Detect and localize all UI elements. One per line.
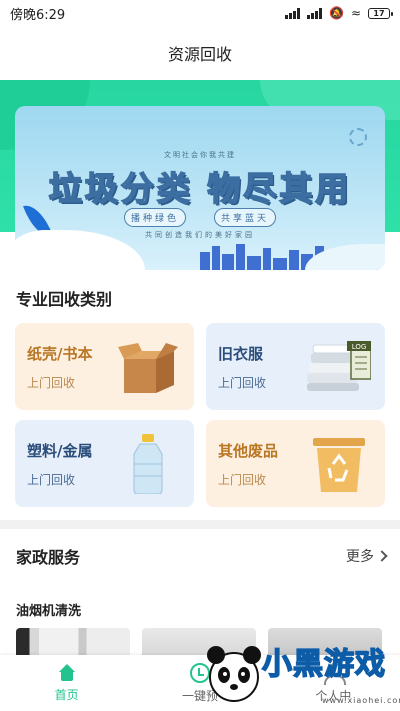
signal-icon-2 bbox=[306, 7, 322, 19]
wifi-icon: ≈ bbox=[350, 6, 361, 20]
category-card-clothes[interactable]: 旧衣服 上门回收 LOG bbox=[206, 323, 385, 410]
banner[interactable]: 文明社会你我共建 垃圾分类 物尽其用 播种绿色 共享蓝天 共同创造我们的美好家园 bbox=[15, 106, 385, 270]
home-icon bbox=[57, 663, 77, 682]
section-divider bbox=[0, 520, 400, 529]
tab-home[interactable]: 首页 bbox=[0, 655, 133, 711]
more-label: 更多 bbox=[346, 549, 374, 565]
recycle-bin-icon bbox=[313, 438, 365, 492]
category-grid: 纸壳/书本 上门回收 旧衣服 上门回收 LOG 塑料/金属 上门回收 其他废品 … bbox=[15, 323, 385, 507]
cardboard-box-icon bbox=[118, 343, 178, 393]
category-card-other[interactable]: 其他废品 上门回收 bbox=[206, 420, 385, 507]
banner-pill-right: 共享蓝天 bbox=[214, 208, 277, 227]
page-title: 资源回收 bbox=[167, 45, 232, 64]
category-section-title: 专业回收类别 bbox=[16, 290, 113, 309]
panda-logo-icon bbox=[207, 646, 261, 702]
mute-icon: 🔕 bbox=[328, 6, 344, 20]
home-service-title: 家政服务 bbox=[16, 548, 81, 567]
chevron-right-icon bbox=[376, 550, 388, 562]
status-bar: 傍晚6:29 🔕 ≈ 17 bbox=[0, 0, 400, 26]
battery-level: 17 bbox=[373, 8, 385, 18]
banner-pill-left: 播种绿色 bbox=[123, 208, 186, 227]
service-name: 油烟机清洗 bbox=[16, 604, 82, 619]
status-icons: 🔕 ≈ 17 bbox=[284, 6, 393, 20]
signal-icon bbox=[284, 7, 300, 19]
banner-slogan-top: 文明社会你我共建 bbox=[164, 151, 236, 159]
tab-label: 首页 bbox=[54, 687, 79, 702]
watermark-url: www.xiaohei.com bbox=[322, 696, 400, 705]
home-service-header: 家政服务 更多 bbox=[16, 544, 388, 568]
decor-ring bbox=[349, 128, 367, 146]
category-card-plastic[interactable]: 塑料/金属 上门回收 bbox=[15, 420, 194, 507]
watermark-text: 小黑游戏 bbox=[261, 646, 386, 683]
svg-text:LOG: LOG bbox=[352, 343, 367, 351]
plastic-bottle-icon bbox=[133, 434, 163, 494]
site-watermark: 小黑游戏 www.xiaohei.com bbox=[204, 637, 400, 705]
category-card-paper[interactable]: 纸壳/书本 上门回收 bbox=[15, 323, 194, 410]
folded-clothes-icon: LOG bbox=[307, 341, 371, 391]
banner-headline: 垃圾分类 物尽其用 bbox=[48, 168, 352, 209]
banner-pills: 播种绿色 共享蓝天 bbox=[15, 208, 385, 227]
status-time: 傍晚6:29 bbox=[10, 7, 66, 23]
nav-bar: 资源回收 bbox=[0, 26, 400, 80]
more-link[interactable]: 更多 bbox=[346, 546, 388, 566]
battery-icon: 17 bbox=[368, 7, 393, 19]
